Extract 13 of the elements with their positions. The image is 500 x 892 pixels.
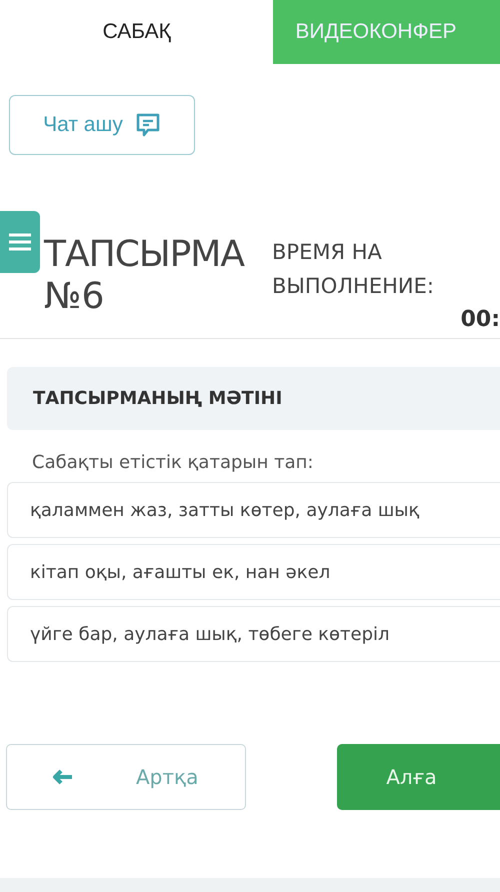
task-number: №6 (44, 277, 106, 317)
answer-option[interactable]: кітап оқы, ағашты ек, нан әкел (7, 544, 500, 600)
menu-icon (9, 233, 31, 251)
timer: 00: (460, 307, 500, 332)
menu-button[interactable] (0, 211, 40, 273)
arrow-left-icon (52, 769, 74, 785)
chat-icon (134, 112, 161, 138)
answer-option[interactable]: үйге бар, аулаға шық, төбеге көтеріл (7, 606, 500, 662)
time-label: ВРЕМЯ НА ВЫПОЛНЕНИЕ: (272, 239, 435, 300)
question-text: Сабақты етістік қатарын тап: (32, 452, 314, 475)
answer-option[interactable]: қаламмен жаз, затты көтер, аулаға шық (7, 482, 500, 538)
section-header: ТАПСЫРМАНЫҢ МӘТІНІ (7, 367, 500, 430)
task-title: ТАПСЫРМА (44, 233, 246, 277)
